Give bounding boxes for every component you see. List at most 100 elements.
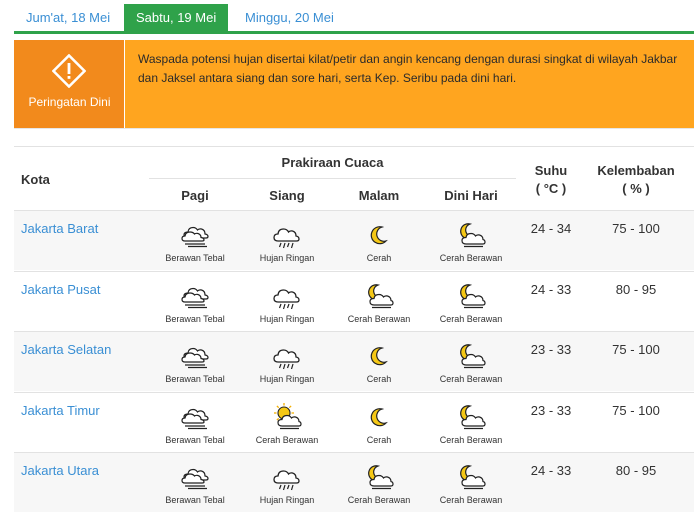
- humidity-value: 80 - 95: [615, 463, 657, 478]
- clear-night-icon: [333, 401, 425, 433]
- city-link[interactable]: Jakarta Utara: [21, 463, 99, 478]
- partly-cloudy-night-icon: [425, 340, 517, 372]
- cloudy-heavy-icon: [149, 280, 241, 312]
- table-top-border: [14, 146, 694, 147]
- forecast-label: Cerah Berawan: [439, 313, 503, 324]
- temperature-value: 24 - 33: [530, 281, 572, 297]
- forecast-cell: Cerah: [333, 401, 425, 445]
- forecast-cell: Berawan Tebal: [149, 461, 241, 505]
- temperature-value: 23 - 33: [530, 402, 572, 418]
- forecast-label: Hujan Ringan: [259, 374, 315, 384]
- forecast-label: Hujan Ringan: [259, 495, 315, 505]
- cloudy-heavy-icon: [149, 401, 241, 433]
- forecast-label: Cerah Berawan: [255, 434, 319, 445]
- partly-cloudy-night-icon: [425, 280, 517, 312]
- tab-underline: [14, 31, 694, 34]
- col-header-humidity-unit: ( % ): [622, 181, 650, 196]
- forecast-cell: Cerah Berawan: [425, 401, 517, 445]
- tab-minggu[interactable]: Minggu, 20 Mei: [233, 4, 346, 31]
- col-header-temp: Suhu: [534, 163, 568, 178]
- forecast-label: Cerah: [366, 374, 392, 384]
- forecast-cell: Cerah Berawan: [241, 401, 333, 445]
- table-row: Jakarta Utara Berawan Tebal Hujan Ringan Ce…: [14, 452, 694, 512]
- col-header-dini-hari: Dini Hari: [444, 188, 498, 203]
- cloudy-heavy-icon: [149, 461, 241, 493]
- col-header-humidity: Kelembaban: [597, 163, 675, 178]
- date-tabs: Jum'at, 18 Mei Sabtu, 19 Mei Minggu, 20 …: [14, 4, 694, 31]
- light-rain-icon: [241, 219, 333, 251]
- warning-banner: Peringatan Dini Waspada potensi hujan di…: [14, 40, 694, 128]
- table-row: Jakarta Timur Berawan Tebal Cerah Berawan C…: [14, 391, 694, 452]
- forecast-label: Cerah Berawan: [439, 434, 503, 445]
- partly-cloudy-night-icon: [425, 461, 517, 493]
- city-link[interactable]: Jakarta Barat: [21, 221, 98, 236]
- col-header-siang: Siang: [269, 188, 305, 203]
- divider: [14, 128, 694, 129]
- humidity-value: 80 - 95: [615, 281, 657, 297]
- forecast-label: Berawan Tebal: [165, 253, 225, 263]
- forecast-cell: Cerah Berawan: [333, 461, 425, 505]
- cloudy-heavy-icon: [149, 340, 241, 372]
- forecast-cell: Berawan Tebal: [149, 219, 241, 263]
- partly-cloudy-night-icon: [333, 461, 425, 493]
- city-link[interactable]: Jakarta Pusat: [21, 282, 101, 297]
- forecast-label: Berawan Tebal: [165, 495, 225, 505]
- forecast-cell: Hujan Ringan: [241, 219, 333, 263]
- cloudy-heavy-icon: [149, 219, 241, 251]
- temperature-value: 24 - 34: [530, 221, 572, 236]
- forecast-label: Cerah Berawan: [347, 313, 411, 324]
- forecast-cell: Berawan Tebal: [149, 280, 241, 324]
- partly-cloudy-night-icon: [425, 401, 517, 433]
- city-link[interactable]: Jakarta Selatan: [21, 342, 111, 357]
- forecast-label: Berawan Tebal: [165, 313, 225, 324]
- light-rain-icon: [241, 340, 333, 372]
- forecast-cell: Cerah Berawan: [425, 280, 517, 324]
- light-rain-icon: [241, 461, 333, 493]
- warning-badge: Peringatan Dini: [14, 40, 125, 128]
- humidity-value: 75 - 100: [612, 402, 660, 418]
- temperature-value: 24 - 33: [530, 463, 572, 478]
- col-header-forecast: Prakiraan Cuaca: [281, 155, 384, 170]
- forecast-label: Cerah: [366, 434, 392, 445]
- clear-night-icon: [333, 219, 425, 251]
- light-rain-icon: [241, 280, 333, 312]
- city-link[interactable]: Jakarta Timur: [21, 403, 100, 418]
- forecast-label: Cerah: [366, 253, 392, 263]
- forecast-cell: Berawan Tebal: [149, 401, 241, 445]
- partly-cloudy-night-icon: [333, 280, 425, 312]
- table-row: Jakarta Barat Berawan Tebal Hujan Ringan Ce…: [14, 210, 694, 270]
- forecast-table: Kota Prakiraan Cuaca Pagi Siang Malam Di…: [14, 146, 694, 514]
- forecast-label: Hujan Ringan: [259, 313, 315, 324]
- forecast-cell: Cerah Berawan: [425, 461, 517, 505]
- tab-jumat[interactable]: Jum'at, 18 Mei: [14, 4, 122, 31]
- forecast-label: Cerah Berawan: [439, 374, 503, 384]
- table-row: Jakarta Pusat Berawan Tebal Hujan Ringan Ce…: [14, 270, 694, 331]
- partly-cloudy-day-icon: [241, 401, 333, 433]
- partly-cloudy-night-icon: [425, 219, 517, 251]
- humidity-value: 75 - 100: [612, 221, 660, 236]
- tab-sabtu[interactable]: Sabtu, 19 Mei: [124, 4, 229, 31]
- forecast-cell: Cerah: [333, 340, 425, 384]
- col-header-pagi: Pagi: [181, 188, 209, 203]
- warning-text: Waspada potensi hujan disertai kilat/pet…: [138, 52, 678, 85]
- forecast-widget: { "tabs": [ {"label": "Jum'at, 18 Mei"},…: [0, 0, 700, 514]
- forecast-label: Cerah Berawan: [347, 495, 411, 505]
- forecast-cell: Hujan Ringan: [241, 461, 333, 505]
- col-header-city: Kota: [21, 172, 50, 187]
- forecast-label: Berawan Tebal: [165, 374, 225, 384]
- humidity-value: 75 - 100: [612, 342, 660, 357]
- forecast-label: Cerah Berawan: [439, 495, 503, 505]
- forecast-cell: Cerah: [333, 219, 425, 263]
- forecast-label: Hujan Ringan: [259, 253, 315, 263]
- table-row: Jakarta Selatan Berawan Tebal Hujan Ringan…: [14, 331, 694, 391]
- forecast-cell: Cerah Berawan: [333, 280, 425, 324]
- forecast-cell: Berawan Tebal: [149, 340, 241, 384]
- col-header-malam: Malam: [358, 188, 400, 203]
- forecast-label: Cerah Berawan: [439, 253, 503, 263]
- temperature-value: 23 - 33: [530, 342, 572, 357]
- header-divider: [149, 178, 516, 179]
- forecast-cell: Cerah Berawan: [425, 219, 517, 263]
- forecast-cell: Hujan Ringan: [241, 340, 333, 384]
- warning-icon: [51, 53, 87, 89]
- forecast-label: Berawan Tebal: [165, 434, 225, 445]
